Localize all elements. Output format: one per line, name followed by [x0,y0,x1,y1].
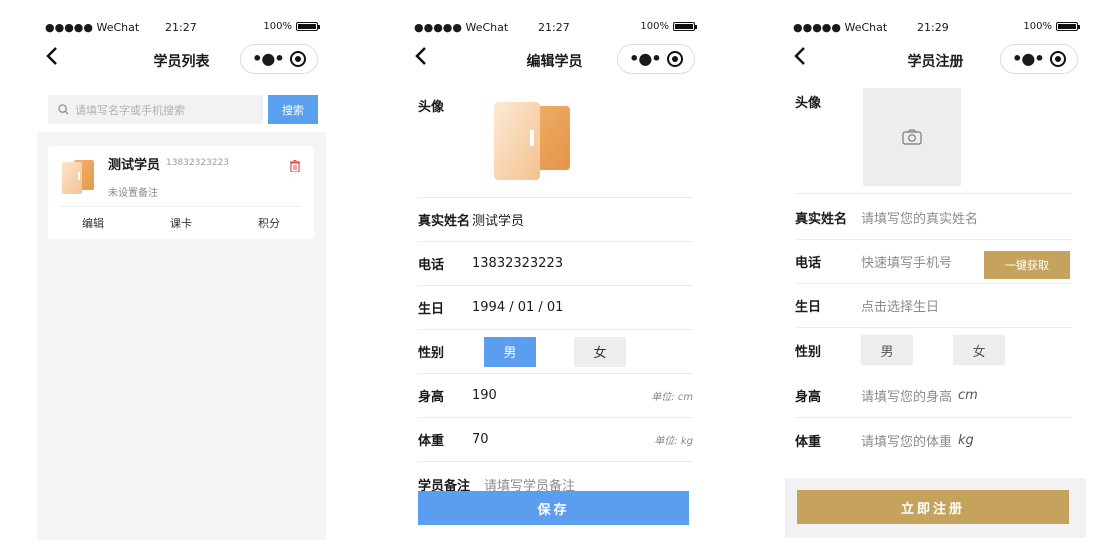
get-phone-button[interactable]: 一键获取 [984,251,1070,279]
birthday-row: 生日 点击选择生日 [795,284,1072,328]
more-icon[interactable]: •●• [252,51,284,67]
gender-female-button[interactable]: 女 [953,335,1005,365]
weight-unit: 单位: kg [654,436,693,447]
weight-label: 体重 [795,434,822,450]
close-target-icon[interactable] [666,51,683,67]
nav-bar: 编辑学员 •●• [406,42,703,78]
nav-bar: 学员列表 •●• [37,42,326,78]
birthday-picker[interactable]: 点击选择生日 [861,296,939,315]
avatar-label: 头像 [795,96,822,111]
points-button[interactable]: 积分 [258,215,280,231]
close-target-icon[interactable] [1049,51,1066,67]
status-bar: ●●●●● WeChat 21:29 100% [785,18,1086,38]
more-icon[interactable]: •●• [629,51,661,67]
student-list-screen: ●●●●● WeChat 21:27 100% 学员列表 •●• 请填写名字或手… [37,18,326,540]
avatar [62,160,94,194]
gender-female-button[interactable]: 女 [574,336,626,367]
gender-male-button[interactable]: 男 [861,335,913,365]
height-label: 身高 [418,390,445,405]
gender-row: 性别 男 女 [795,328,1072,372]
name-label: 真实姓名 [795,212,848,227]
phone-field[interactable]: 13832323223 [472,256,563,271]
battery-icon [296,22,320,31]
weight-field[interactable]: 请填写您的体重 [861,431,952,450]
battery: 100% [1023,21,1080,32]
miniprogram-capsule[interactable]: •●• [617,44,695,74]
save-button[interactable]: 保存 [418,491,689,525]
carrier-label: ●●●●● WeChat [45,21,140,34]
search-placeholder: 请填写名字或手机搜索 [75,103,185,117]
weight-field[interactable]: 70 [472,432,489,447]
height-row: 身高 请填写您的身高 cm [795,374,1072,418]
clock: 21:27 [165,21,197,34]
avatar[interactable] [490,102,574,184]
student-remark: 未设置备注 [108,188,158,199]
list-item[interactable]: 测试学员 13832323223 未设置备注 编辑 课卡 积分 [48,146,314,239]
battery-percent: 100% [640,21,669,32]
status-bar: ●●●●● WeChat 21:27 100% [406,18,703,38]
search-input[interactable]: 请填写名字或手机搜索 [48,95,263,124]
height-field[interactable]: 190 [472,388,497,403]
footer: 立即注册 [785,478,1086,538]
height-label: 身高 [795,390,822,405]
avatar-upload[interactable] [863,88,961,186]
clock: 21:29 [917,21,949,34]
student-phone: 13832323223 [166,158,229,168]
phone-row: 电话 13832323223 [418,242,693,286]
avatar-label: 头像 [418,100,445,115]
name-label: 真实姓名 [418,214,471,229]
register-button[interactable]: 立即注册 [797,490,1069,524]
gender-label: 性别 [795,344,822,360]
register-student-screen: ●●●●● WeChat 21:29 100% 学员注册 •●• 头像 真实姓名… [785,18,1086,538]
clock: 21:27 [538,21,570,34]
birthday-row: 生日 1994 / 01 / 01 [418,286,693,330]
carrier-label: ●●●●● WeChat [793,21,888,34]
miniprogram-capsule[interactable]: •●• [240,44,318,74]
student-name: 测试学员 [108,158,161,173]
trash-icon[interactable] [290,160,300,172]
gender-row: 性别 男 女 [418,330,693,374]
height-row: 身高 190 单位: cm [418,374,693,418]
gender-male-button[interactable]: 男 [484,336,536,367]
height-unit: cm [958,388,978,403]
course-card-button[interactable]: 课卡 [170,215,192,231]
close-target-icon[interactable] [289,51,306,67]
height-field[interactable]: 请填写您的身高 [861,386,952,405]
weight-row: 体重 请填写您的体重 kg [795,418,1072,462]
search-button[interactable]: 搜索 [268,95,318,124]
birthday-picker[interactable]: 1994 / 01 / 01 [472,300,563,315]
miniprogram-capsule[interactable]: •●• [1000,44,1078,74]
more-icon[interactable]: •●• [1012,51,1044,67]
edit-student-screen: ●●●●● WeChat 21:27 100% 编辑学员 •●• 头像 真实姓名… [406,18,703,540]
weight-label: 体重 [418,434,445,449]
name-field[interactable]: 请填写您的真实姓名 [861,208,978,227]
height-unit: 单位: cm [651,392,693,403]
carrier-label: ●●●●● WeChat [414,21,509,34]
camera-icon [902,129,922,145]
status-bar: ●●●●● WeChat 21:27 100% [37,18,326,38]
battery-percent: 100% [263,21,292,32]
weight-row: 体重 70 单位: kg [418,418,693,462]
battery: 100% [640,21,697,32]
name-field[interactable]: 测试学员 [472,210,524,229]
search-icon [58,104,69,115]
student-list: 测试学员 13832323223 未设置备注 编辑 课卡 积分 [37,132,326,540]
battery-icon [1056,22,1080,31]
name-row: 真实姓名 请填写您的真实姓名 [795,196,1072,240]
battery-icon [673,22,697,31]
nav-bar: 学员注册 •●• [785,42,1086,78]
phone-label: 电话 [418,258,445,273]
gender-label: 性别 [418,346,445,361]
birthday-label: 生日 [418,302,445,317]
battery-percent: 100% [1023,21,1052,32]
weight-unit: kg [958,432,974,448]
edit-button[interactable]: 编辑 [82,215,104,231]
phone-label: 电话 [795,256,822,271]
birthday-label: 生日 [795,300,822,315]
phone-field[interactable]: 快速填写手机号 [861,252,952,271]
battery: 100% [263,21,320,32]
divider [60,206,302,207]
name-row: 真实姓名 测试学员 [418,198,693,242]
